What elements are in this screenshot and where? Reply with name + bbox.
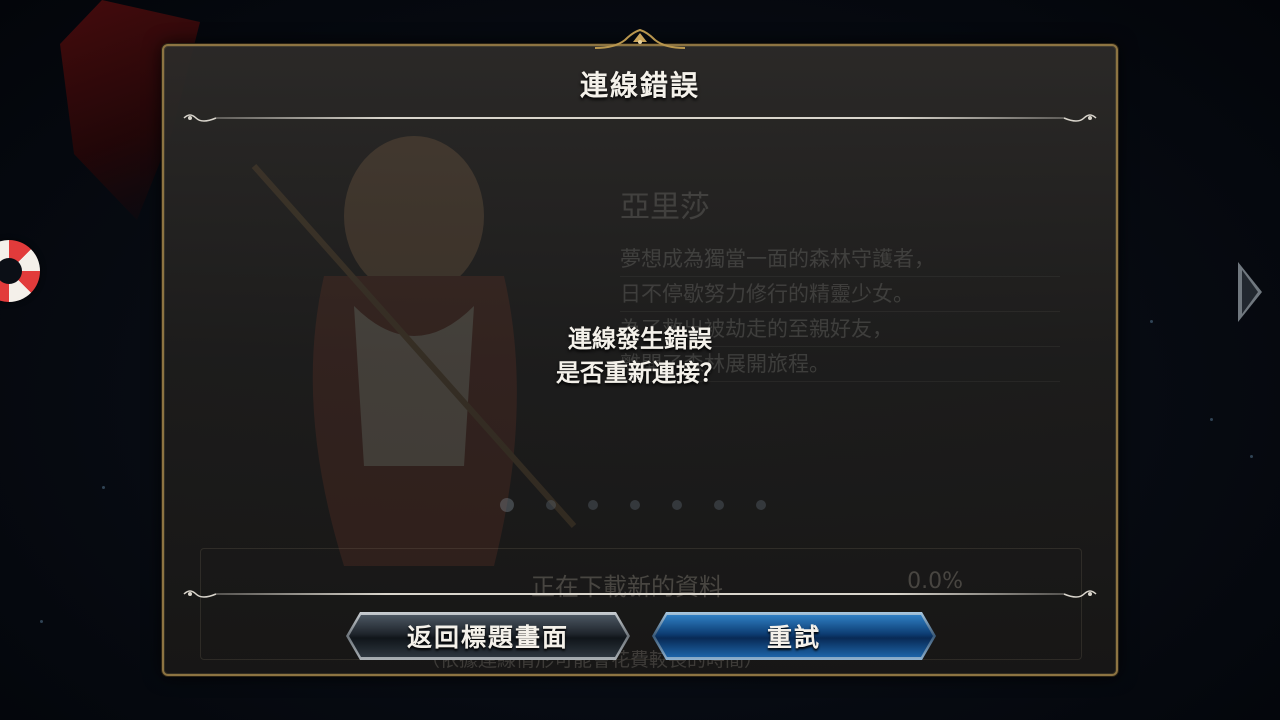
- next-arrow-icon[interactable]: [1238, 262, 1262, 322]
- retry-button[interactable]: 重試: [652, 612, 936, 660]
- bottom-divider: [182, 588, 1098, 600]
- dialog-title: 連線錯誤: [579, 69, 700, 102]
- dialog-ornament-icon: [595, 28, 685, 49]
- divider-flourish-icon: [183, 590, 217, 598]
- background-star: [1210, 418, 1213, 421]
- error-message-line: 連線發生錯誤: [568, 324, 712, 353]
- connection-error-dialog: 亞里莎 夢想成為獨當一面的森林守護者， 日不停歇努力修行的精靈少女。 為了救出被…: [162, 28, 1118, 676]
- ghost-download-panel: 正在下載新的資料 0.0% （依據連線情形可能會花費較長的時間）: [200, 548, 1082, 671]
- retry-label: 重試: [766, 623, 821, 652]
- page-dot: [756, 500, 766, 510]
- page-dot: [500, 498, 514, 512]
- page-dot: [546, 500, 556, 510]
- ghost-character-name: 亞里莎: [620, 190, 710, 225]
- ghost-description-line: 日不停歇努力修行的精靈少女。: [620, 277, 1060, 312]
- ghost-page-dots: [500, 498, 766, 512]
- page-dot: [630, 500, 640, 510]
- top-divider: [182, 112, 1098, 124]
- ghost-description-line: 夢想成為獨當一面的森林守護者，: [620, 242, 1060, 277]
- background-star: [1250, 455, 1253, 458]
- background-star: [102, 486, 105, 489]
- divider-flourish-icon: [183, 114, 217, 122]
- page-dot: [672, 500, 682, 510]
- page-dot: [588, 500, 598, 510]
- background-star: [40, 620, 43, 623]
- error-message: 連線發生錯誤 是否重新連接？: [164, 322, 1116, 390]
- error-message-line: 是否重新連接？: [556, 358, 724, 387]
- back-to-title-label: 返回標題畫面: [406, 623, 569, 652]
- divider-flourish-icon: [1063, 590, 1097, 598]
- page-dot: [714, 500, 724, 510]
- divider-line: [216, 593, 1064, 595]
- back-to-title-button[interactable]: 返回標題畫面: [346, 612, 630, 660]
- divider-line: [216, 117, 1064, 119]
- background-star: [1150, 320, 1153, 323]
- divider-flourish-icon: [1063, 114, 1097, 122]
